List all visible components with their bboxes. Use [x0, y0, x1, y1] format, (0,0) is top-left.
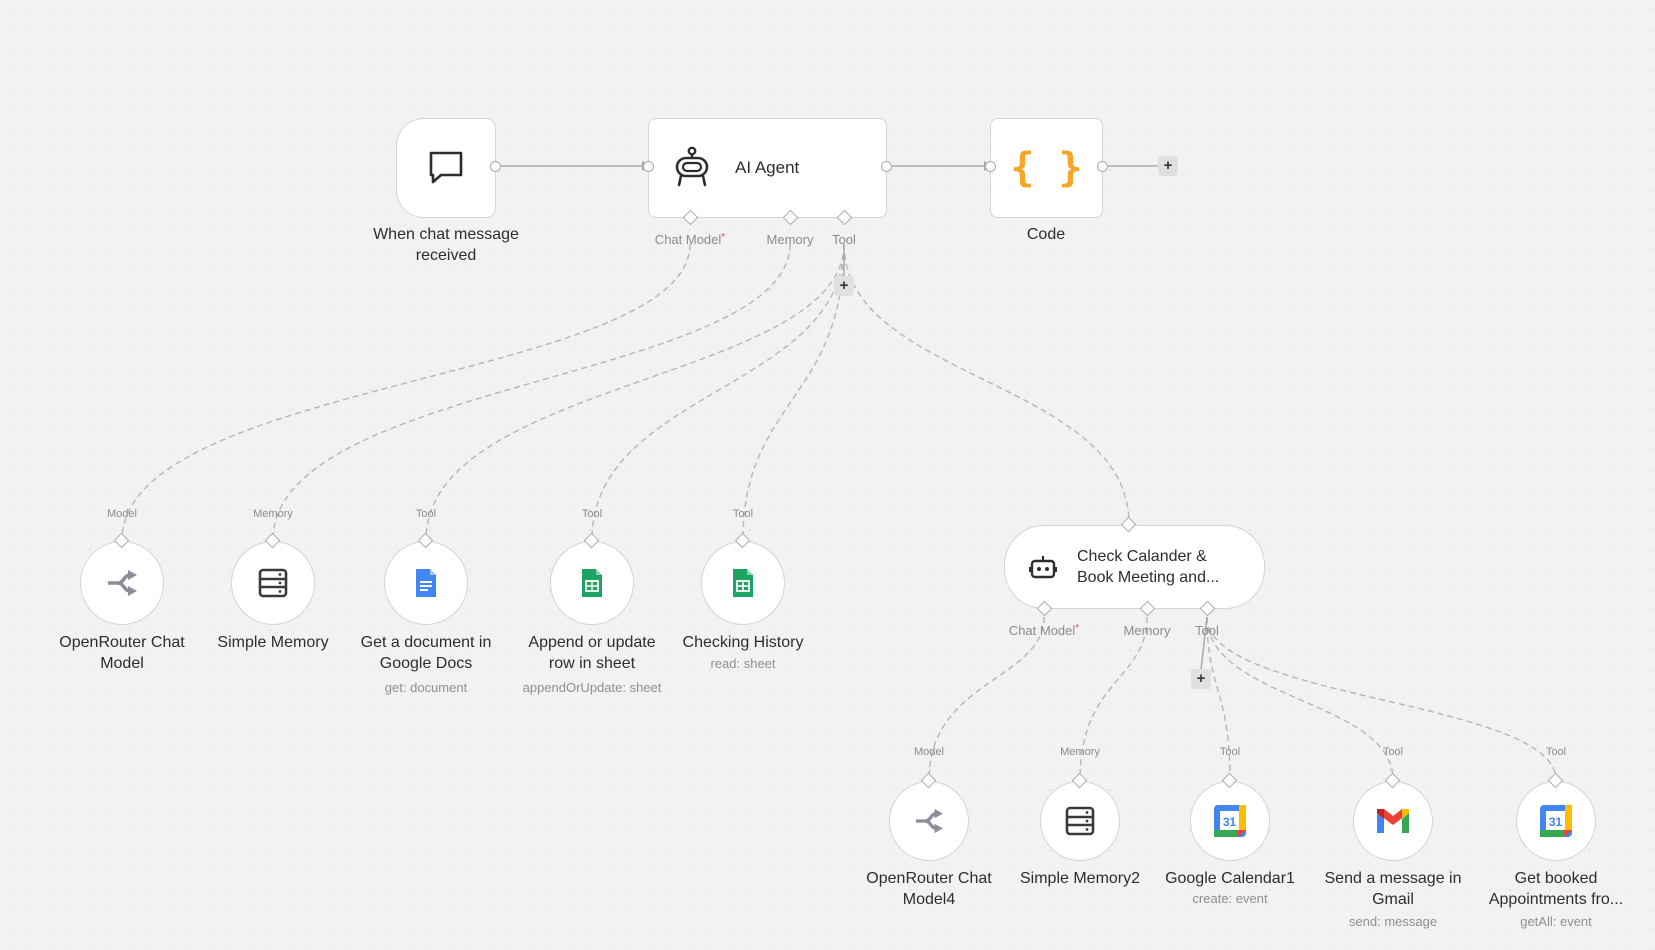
code-input-port[interactable]	[985, 161, 996, 172]
sub-connection	[928, 616, 1045, 781]
check-calendar-agent-node[interactable]: Check Calander & Book Meeting and...	[1004, 525, 1265, 609]
simple-memory-node[interactable]	[231, 541, 315, 625]
add-tool-button[interactable]: +	[834, 276, 854, 296]
sub-connection	[742, 243, 845, 541]
robot-icon	[675, 146, 709, 187]
gmail-node[interactable]	[1353, 781, 1433, 861]
google-docs-icon	[416, 569, 436, 597]
ai-agent-node[interactable]: AI Agent	[648, 118, 887, 218]
google-calendar-icon: 31	[1214, 805, 1246, 837]
checking-history-operation: read: sheet	[710, 656, 776, 671]
trigger-output-port[interactable]	[490, 161, 501, 172]
ai-agent-title: AI Agent	[735, 158, 800, 177]
port-label: Tool	[1382, 746, 1404, 758]
google-calendar1-label: Google Calendar1	[1165, 870, 1295, 887]
port-label: Memory	[1060, 746, 1100, 758]
add-node-button[interactable]: +	[1158, 156, 1178, 176]
agent-input-port[interactable]	[643, 161, 654, 172]
google-docs-label: Get a document in Google Docs	[360, 634, 492, 672]
google-calendar1-operation: create: event	[1192, 891, 1268, 906]
svg-text:31: 31	[1549, 815, 1563, 829]
openrouter-icon	[916, 808, 943, 834]
agent-output-port[interactable]	[881, 161, 892, 172]
svg-text:31: 31	[1223, 815, 1237, 829]
sub-connection	[591, 243, 845, 541]
sheets-append-label: Append or update row in sheet	[528, 634, 656, 672]
openrouter-chat-model4-node[interactable]	[889, 781, 969, 861]
sub-connection	[843, 243, 1130, 525]
gmail-operation: send: message	[1348, 914, 1438, 929]
port-label: Model	[914, 746, 944, 758]
subagent-memory-label: Memory	[1123, 623, 1171, 638]
trigger-label: When chat message received	[373, 226, 519, 264]
get-booked-appointments-label: Get booked Appointments fro...	[1488, 870, 1624, 908]
simple-memory2-label: Simple Memory2	[1019, 870, 1141, 887]
sub-connection	[425, 243, 845, 541]
sheets-append-node[interactable]	[550, 541, 634, 625]
chat-bubble-icon	[429, 151, 463, 184]
database-icon	[258, 568, 288, 598]
code-label: Code	[1026, 226, 1066, 243]
workflow-canvas[interactable]: When chat message received AI Agent Chat…	[0, 0, 1655, 950]
simple-memory-label: Simple Memory	[217, 634, 329, 651]
openrouter-icon	[108, 570, 137, 596]
port-label: Tool	[581, 508, 603, 520]
google-calendar1-node[interactable]: 31	[1190, 781, 1270, 861]
port-label: Tool	[1219, 746, 1241, 758]
get-booked-appointments-operation: getAll: event	[1520, 914, 1592, 929]
agent-memory-label: Memory	[766, 232, 814, 247]
add-subagent-tool-button[interactable]: +	[1191, 669, 1211, 689]
google-docs-operation: get: document	[384, 680, 468, 695]
chat-trigger-node[interactable]	[396, 118, 496, 218]
code-node[interactable]: { }	[990, 118, 1103, 218]
google-calendar-icon: 31	[1540, 805, 1572, 837]
openrouter-chat-model-node[interactable]	[80, 541, 164, 625]
agent-tool-label: Tool	[832, 232, 856, 247]
gmail-label: Send a message in Gmail	[1324, 870, 1462, 908]
sub-connection	[1206, 616, 1557, 781]
sheets-append-operation: appendOrUpdate: sheet	[522, 680, 662, 695]
robot-icon	[1029, 556, 1057, 579]
subagent-tool-label: Tool	[1195, 623, 1219, 638]
sub-connection	[272, 243, 791, 541]
get-booked-appointments-node[interactable]: 31	[1516, 781, 1596, 861]
port-label: Memory	[253, 508, 293, 520]
port-label: Tool	[1545, 746, 1567, 758]
google-sheets-icon	[582, 569, 602, 597]
database-icon	[1065, 806, 1095, 836]
checking-history-node[interactable]	[701, 541, 785, 625]
port-label: Tool	[732, 508, 754, 520]
checking-history-label: Checking History	[682, 634, 804, 651]
openrouter-label: OpenRouter Chat Model	[59, 634, 185, 672]
google-docs-node[interactable]	[384, 541, 468, 625]
simple-memory2-node[interactable]	[1040, 781, 1120, 861]
check-calendar-agent-title: Check Calander & Book Meeting and...	[1077, 548, 1220, 586]
curly-braces-icon: { }	[1010, 145, 1083, 191]
port-label: Tool	[415, 508, 437, 520]
agent-chat-model-label: Chat Model*	[654, 232, 726, 247]
code-output-port[interactable]	[1097, 161, 1108, 172]
openrouter4-label: OpenRouter Chat Model4	[866, 870, 992, 908]
google-sheets-icon	[733, 569, 753, 597]
port-label: Model	[107, 508, 137, 520]
required-marker: *	[721, 232, 726, 243]
gmail-icon	[1377, 809, 1409, 833]
required-marker: *	[1075, 623, 1080, 634]
sub-connection	[121, 243, 691, 541]
subagent-chat-model-label: Chat Model*	[1008, 623, 1080, 638]
